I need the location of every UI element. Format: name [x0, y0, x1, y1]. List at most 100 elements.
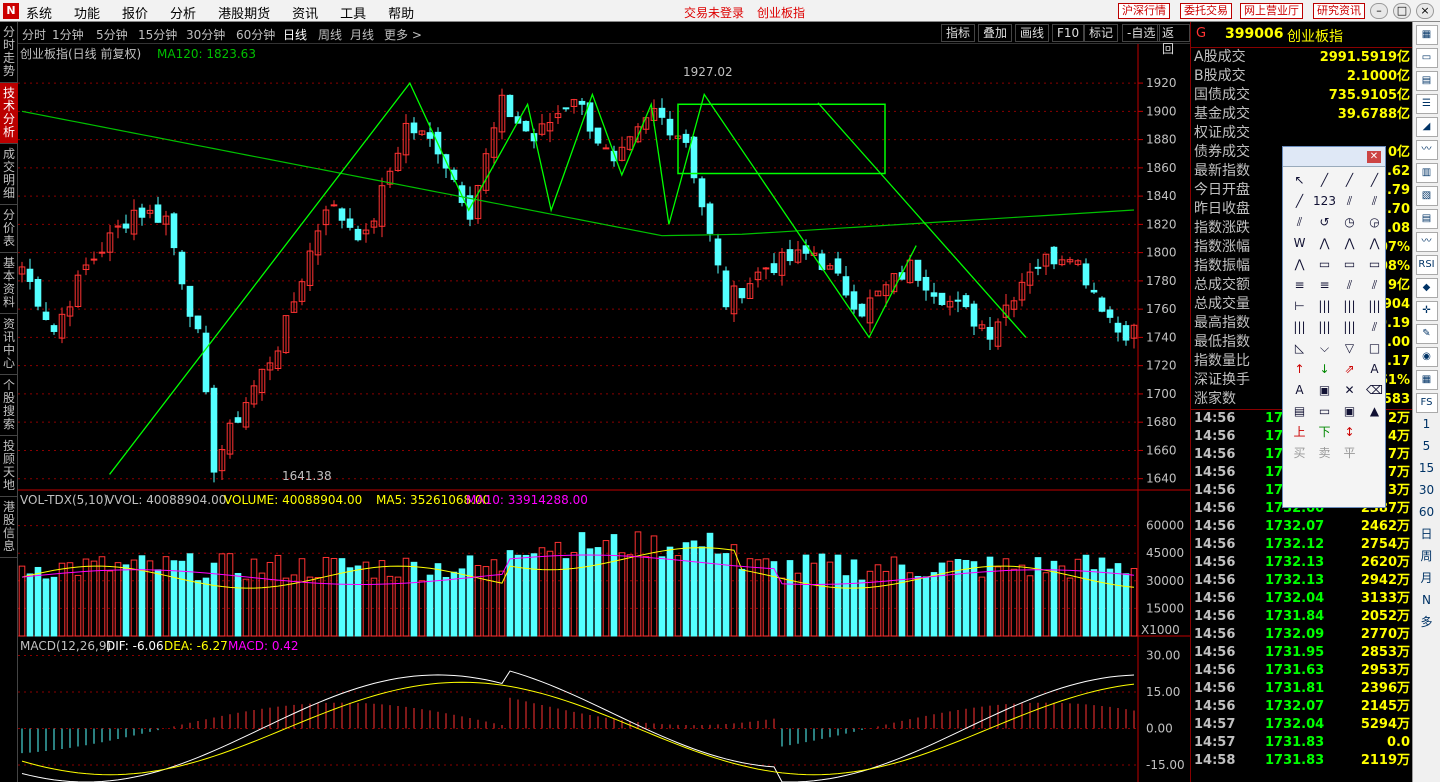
menu-item[interactable]: 系统: [26, 3, 52, 22]
drawing-tool-icon[interactable]: ◺: [1288, 339, 1311, 358]
drawing-tool-icon[interactable]: [1363, 423, 1386, 442]
drawing-tool-icon[interactable]: 下: [1313, 423, 1336, 442]
drawing-tool-icon[interactable]: ╱: [1363, 171, 1386, 190]
drawing-tool-icon[interactable]: ↕: [1338, 423, 1361, 442]
period-tab[interactable]: 月线: [350, 26, 374, 43]
side-tool-icon[interactable]: ☰: [1415, 94, 1438, 114]
drawing-tool-icon[interactable]: ✕: [1338, 381, 1361, 400]
drawing-tool-icon[interactable]: A: [1288, 381, 1311, 400]
drawing-tool-icon[interactable]: ↖: [1288, 171, 1311, 190]
side-tool-icon[interactable]: ◉: [1415, 347, 1438, 367]
trade-tool-button[interactable]: 卖: [1313, 444, 1336, 463]
drawing-tool-icon[interactable]: ▭: [1313, 402, 1336, 421]
chart-tool-button[interactable]: 标记: [1084, 24, 1119, 42]
drawing-tools-titlebar[interactable]: ✕: [1283, 147, 1385, 167]
drawing-tool-icon[interactable]: ⋀: [1288, 255, 1311, 274]
period-tab[interactable]: 更多 >: [384, 26, 422, 43]
left-tab[interactable]: 个股搜索: [0, 375, 18, 436]
drawing-tool-icon[interactable]: |||: [1338, 318, 1361, 337]
research-button[interactable]: 研究资讯: [1313, 3, 1365, 19]
drawing-tool-icon[interactable]: ⌫: [1363, 381, 1386, 400]
side-tool-icon[interactable]: ▧: [1415, 186, 1438, 206]
left-tab[interactable]: 投顾天地: [0, 436, 18, 497]
trade-button[interactable]: 委托交易: [1180, 3, 1232, 19]
drawing-tool-icon[interactable]: ⫽: [1338, 192, 1361, 211]
side-tool-icon[interactable]: ▦: [1415, 370, 1438, 390]
drawing-tool-icon[interactable]: ≡: [1288, 276, 1311, 295]
menu-item[interactable]: 工具: [340, 3, 366, 22]
left-tab[interactable]: 基本资料: [0, 253, 18, 314]
drawing-tool-icon[interactable]: ╱: [1338, 171, 1361, 190]
period-tab[interactable]: 日线: [283, 26, 307, 43]
side-tool-icon[interactable]: ▤: [1415, 209, 1438, 229]
chart-tool-button[interactable]: 画线: [1015, 24, 1050, 42]
menu-item[interactable]: 报价: [122, 3, 148, 22]
drawing-tool-icon[interactable]: ↺: [1313, 213, 1336, 232]
drawing-tool-icon[interactable]: ⫽: [1363, 276, 1386, 295]
left-tab[interactable]: 资讯中心: [0, 314, 18, 375]
side-tool-icon[interactable]: ▤: [1415, 71, 1438, 91]
side-tool-icon[interactable]: ◆: [1415, 278, 1438, 298]
drawing-tool-icon[interactable]: ▭: [1313, 255, 1336, 274]
market-quotes-button[interactable]: 沪深行情: [1118, 3, 1170, 19]
drawing-tool-icon[interactable]: ▽: [1338, 339, 1361, 358]
online-hall-button[interactable]: 网上营业厅: [1240, 3, 1303, 19]
trade-tool-button[interactable]: 平: [1338, 444, 1361, 463]
period-tab[interactable]: 1分钟: [52, 26, 84, 43]
drawing-tool-icon[interactable]: ⇗: [1338, 360, 1361, 379]
side-tool-icon[interactable]: ✎: [1415, 324, 1438, 344]
side-tool-icon[interactable]: ▭: [1415, 48, 1438, 68]
drawing-tool-icon[interactable]: |||: [1288, 318, 1311, 337]
side-tool-icon[interactable]: ✛: [1415, 301, 1438, 321]
drawing-tool-icon[interactable]: ≡: [1313, 276, 1336, 295]
side-period-button[interactable]: N: [1414, 589, 1440, 611]
drawing-tool-icon[interactable]: ⫽: [1363, 192, 1386, 211]
drawing-tool-icon[interactable]: ╱: [1313, 171, 1336, 190]
drawing-tool-icon[interactable]: ▤: [1288, 402, 1311, 421]
drawing-tool-icon[interactable]: 123: [1313, 192, 1336, 211]
chart-tool-button[interactable]: 指标: [941, 24, 976, 42]
drawing-tool-icon[interactable]: |||: [1363, 297, 1386, 316]
drawing-tool-icon[interactable]: ↑: [1288, 360, 1311, 379]
side-tool-icon[interactable]: FS: [1415, 393, 1438, 413]
chart-tool-button[interactable]: F10: [1052, 24, 1085, 42]
drawing-tool-icon[interactable]: ▭: [1338, 255, 1361, 274]
drawing-tool-icon[interactable]: |||: [1313, 297, 1336, 316]
side-tool-icon[interactable]: ◢: [1415, 117, 1438, 137]
menu-item[interactable]: 分析: [170, 3, 196, 22]
left-tab[interactable]: 技术分析: [0, 83, 18, 144]
drawing-tool-icon[interactable]: ▲: [1363, 402, 1386, 421]
chart-tool-button[interactable]: 叠加: [978, 24, 1013, 42]
drawing-tool-icon[interactable]: 上: [1288, 423, 1311, 442]
side-period-button[interactable]: 15: [1414, 457, 1440, 479]
menu-item[interactable]: 港股期货: [218, 3, 270, 22]
chart-tool-button[interactable]: 返回: [1157, 24, 1190, 56]
menu-item[interactable]: 帮助: [388, 3, 414, 22]
side-period-button[interactable]: 周: [1414, 545, 1440, 567]
drawing-tool-icon[interactable]: ⌵: [1313, 339, 1336, 358]
close-icon[interactable]: ✕: [1367, 151, 1381, 163]
drawing-tool-icon[interactable]: ↓: [1313, 360, 1336, 379]
left-tab[interactable]: 分时走势: [0, 22, 18, 83]
drawing-tool-icon[interactable]: ◶: [1363, 213, 1386, 232]
minimize-icon[interactable]: –: [1370, 3, 1388, 19]
trade-tool-button[interactable]: 买: [1288, 444, 1311, 463]
side-tool-icon[interactable]: ▥: [1415, 163, 1438, 183]
drawing-tool-icon[interactable]: ╱: [1288, 192, 1311, 211]
menu-item[interactable]: 资讯: [292, 3, 318, 22]
chart-tool-button[interactable]: -自选: [1122, 24, 1161, 42]
left-tab[interactable]: 分价表: [0, 205, 18, 253]
drawing-tool-icon[interactable]: ▣: [1313, 381, 1336, 400]
drawing-tool-icon[interactable]: |||: [1338, 297, 1361, 316]
side-period-button[interactable]: 1: [1414, 413, 1440, 435]
period-tab[interactable]: 60分钟: [236, 26, 275, 43]
drawing-tool-icon[interactable]: ⫽: [1288, 213, 1311, 232]
drawing-tool-icon[interactable]: ⫽: [1363, 318, 1386, 337]
close-icon[interactable]: ×: [1416, 3, 1434, 19]
left-tab[interactable]: 成交明细: [0, 144, 18, 205]
side-period-button[interactable]: 月: [1414, 567, 1440, 589]
drawing-tool-icon[interactable]: W: [1288, 234, 1311, 253]
side-period-button[interactable]: 30: [1414, 479, 1440, 501]
side-tool-icon[interactable]: RSI: [1415, 255, 1438, 275]
side-period-button[interactable]: 5: [1414, 435, 1440, 457]
